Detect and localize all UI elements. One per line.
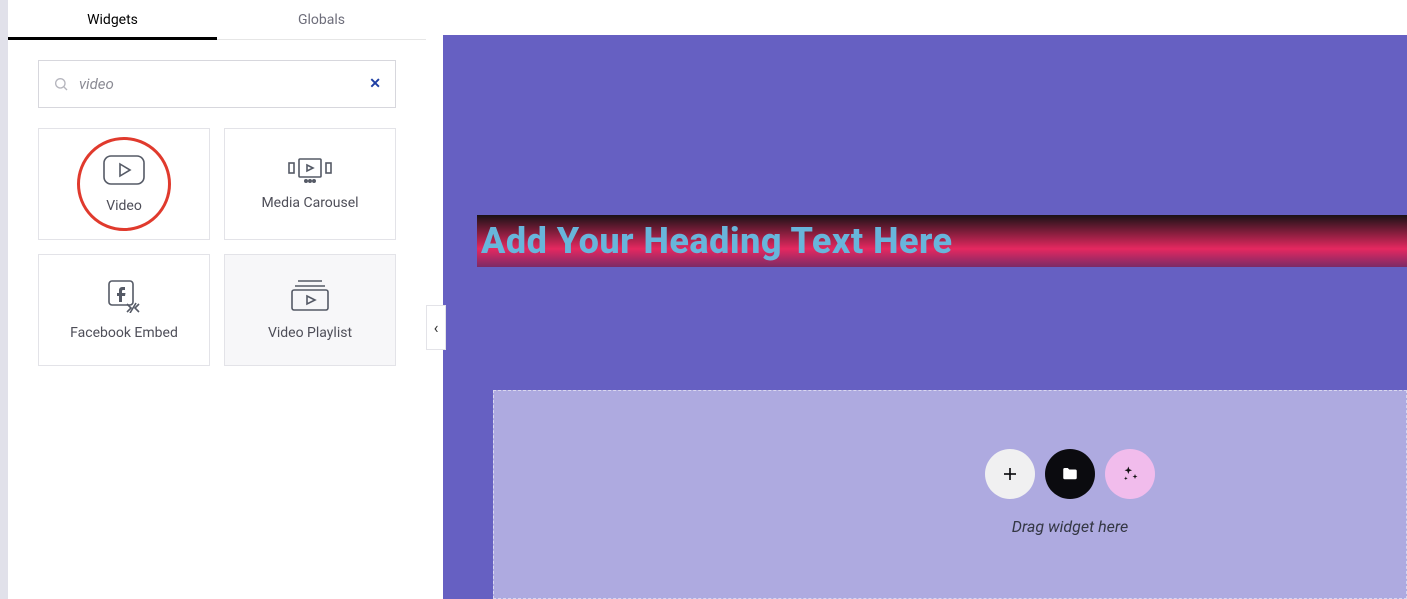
search-wrap: ✕: [8, 40, 426, 108]
search-input[interactable]: [69, 75, 369, 93]
tab-globals[interactable]: Globals: [217, 0, 426, 39]
panel-collapse-handle[interactable]: ‹: [426, 305, 446, 350]
chevron-left-icon: ‹: [434, 318, 439, 337]
playlist-icon: [288, 279, 332, 313]
carousel-icon: [285, 157, 335, 183]
add-widget-button[interactable]: [985, 449, 1035, 499]
tab-widgets[interactable]: Widgets: [8, 0, 217, 39]
widgets-panel: Widgets Globals ✕: [8, 0, 426, 599]
editor-canvas[interactable]: Add Your Heading Text Here: [443, 35, 1407, 599]
widget-video-label: Video: [106, 198, 142, 214]
dropzone-actions: [985, 449, 1155, 499]
clear-search-icon[interactable]: ✕: [369, 76, 381, 92]
video-icon: [102, 154, 146, 186]
widget-grid: Video Media Carousel: [8, 108, 426, 366]
search-icon: [53, 76, 69, 92]
tab-widgets-label: Widgets: [87, 12, 138, 28]
widget-video-playlist[interactable]: Video Playlist: [224, 254, 396, 366]
facebook-embed-icon: [103, 279, 145, 313]
dropzone-hint: Drag widget here: [1012, 517, 1128, 536]
heading-text[interactable]: Add Your Heading Text Here: [477, 220, 953, 262]
canvas-outer: Add Your Heading Text Here: [426, 0, 1407, 599]
widget-media-carousel-label: Media Carousel: [261, 195, 358, 211]
widget-facebook-embed[interactable]: Facebook Embed: [38, 254, 210, 366]
widget-video[interactable]: Video: [38, 128, 210, 240]
folder-button[interactable]: [1045, 449, 1095, 499]
widget-dropzone[interactable]: Drag widget here: [493, 390, 1407, 599]
panel-tabs: Widgets Globals: [8, 0, 426, 40]
widget-media-carousel[interactable]: Media Carousel: [224, 128, 396, 240]
widget-video-playlist-label: Video Playlist: [268, 325, 352, 341]
folder-icon: [1061, 465, 1079, 483]
ai-button[interactable]: [1105, 449, 1155, 499]
plus-icon: [1001, 465, 1019, 483]
heading-widget[interactable]: Add Your Heading Text Here: [477, 215, 1407, 267]
search-box[interactable]: ✕: [38, 60, 396, 108]
sparkle-icon: [1120, 464, 1140, 484]
widget-facebook-embed-label: Facebook Embed: [70, 325, 178, 341]
app-root: Widgets Globals ✕: [0, 0, 1407, 599]
tab-globals-label: Globals: [298, 12, 345, 28]
